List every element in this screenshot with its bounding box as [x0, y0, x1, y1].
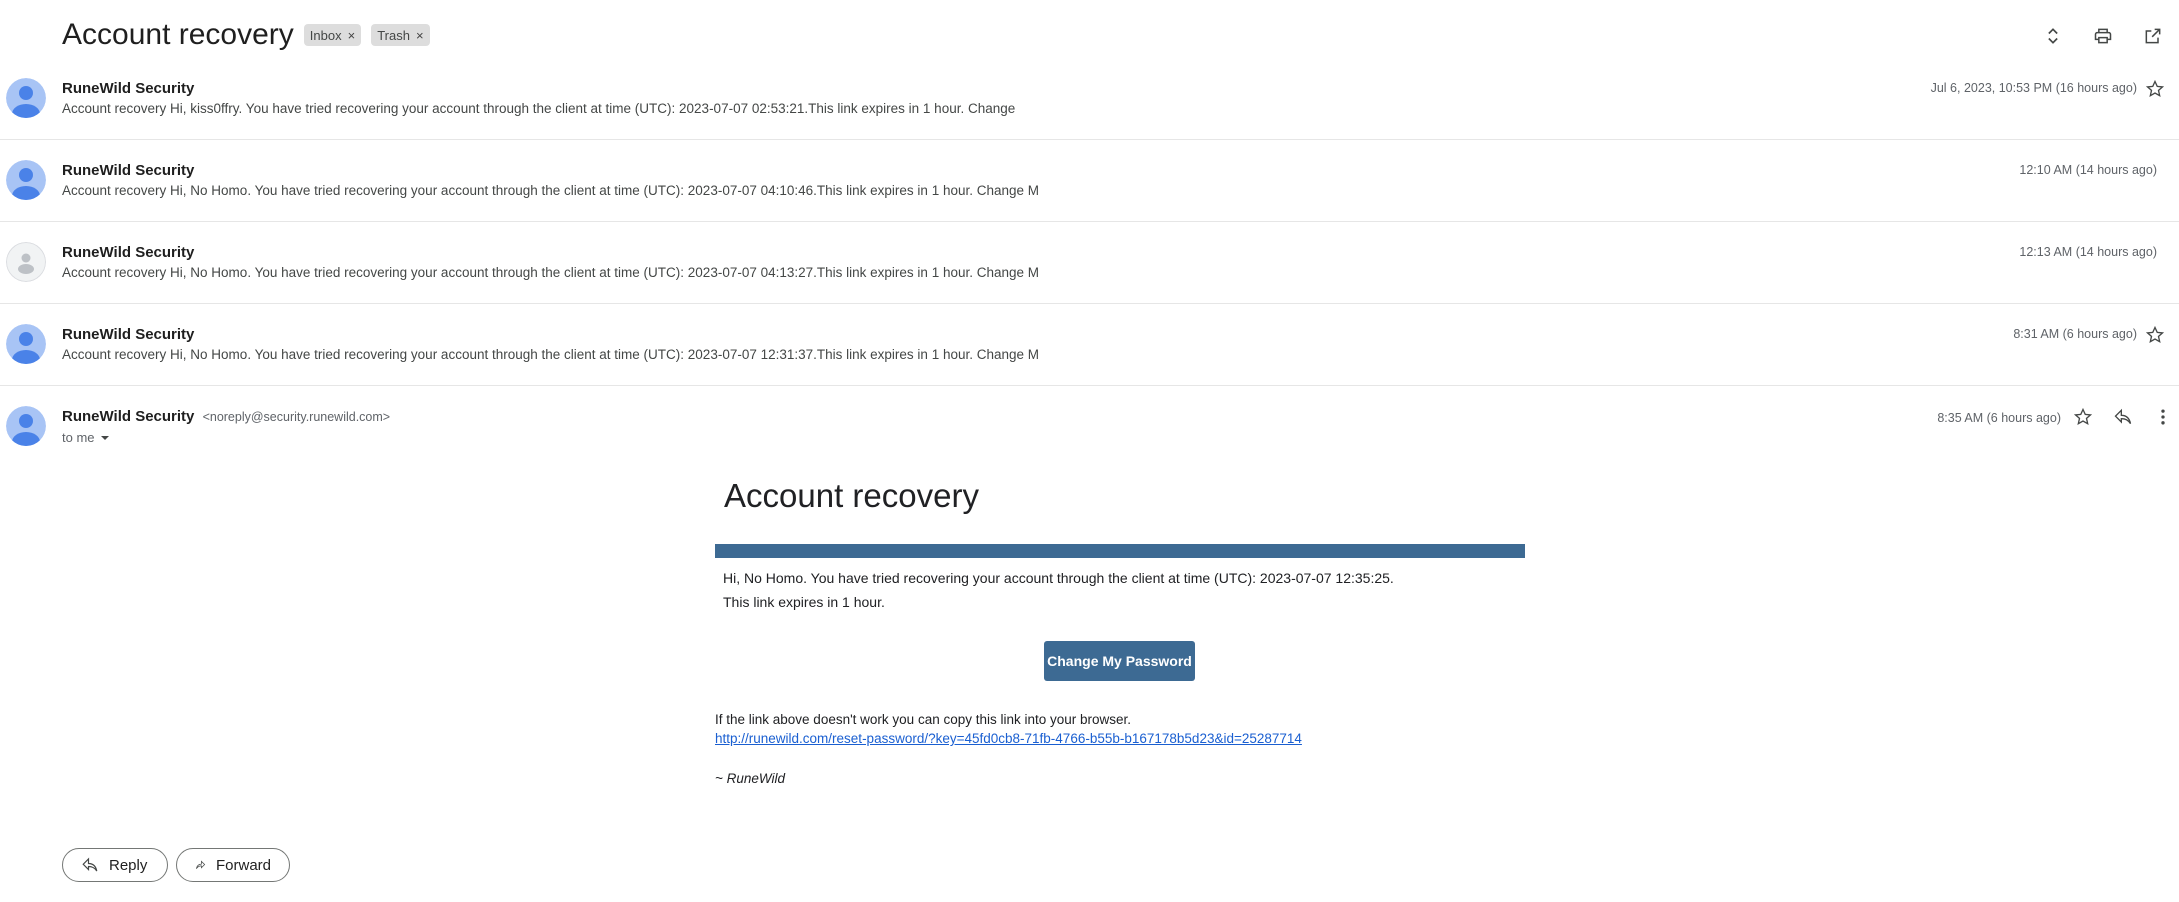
change-password-button[interactable]: Change My Password [1044, 641, 1195, 681]
message-time: 8:31 AM (6 hours ago) [2013, 327, 2137, 341]
message-snippet: Account recovery Hi, No Homo. You have t… [62, 183, 1040, 198]
remove-label-trash-icon[interactable]: × [416, 28, 424, 43]
message-time: Jul 6, 2023, 10:53 PM (16 hours ago) [1930, 81, 2137, 95]
expand-all-icon[interactable] [2041, 24, 2065, 48]
avatar [6, 160, 46, 200]
star-icon[interactable] [2145, 325, 2165, 345]
sender-name: RuneWild Security [62, 326, 195, 343]
sender-name: RuneWild Security [62, 244, 195, 261]
message-snippet: Account recovery Hi, kiss0ffry. You have… [62, 101, 1016, 116]
reply-button[interactable]: Reply [62, 848, 168, 882]
open-email-avatar [6, 406, 46, 446]
sender-name: RuneWild Security [62, 162, 195, 179]
thread-message[interactable]: RuneWild Security Account recovery Hi, N… [0, 304, 2179, 386]
thread-message[interactable]: RuneWild Security Account recovery Hi, N… [0, 140, 2179, 222]
email-body-title: Account recovery [724, 477, 979, 514]
avatar [6, 242, 46, 282]
reply-icon[interactable] [2111, 405, 2135, 429]
remove-label-inbox-icon[interactable]: × [348, 28, 356, 43]
recipient-details[interactable]: to me [62, 430, 111, 445]
forward-button-label: Forward [215, 856, 271, 874]
label-chip-inbox[interactable]: Inbox × [303, 24, 362, 46]
label-chip-trash-text: Trash [377, 27, 410, 43]
message-time: 12:10 AM (14 hours ago) [2019, 163, 2157, 177]
email-subject: Account recovery [62, 18, 294, 51]
open-email-sender: RuneWild Security <noreply@security.rune… [62, 408, 390, 425]
reset-password-link[interactable]: http://runewild.com/reset-password/?key=… [715, 731, 1302, 746]
subject-header: Account recovery Inbox × Trash × [62, 18, 430, 52]
email-body-expiry: This link expires in 1 hour. [723, 594, 885, 610]
open-email-sender-name: RuneWild Security [62, 408, 195, 425]
message-time: 12:13 AM (14 hours ago) [2019, 245, 2157, 259]
message-snippet: Account recovery Hi, No Homo. You have t… [62, 347, 1040, 362]
brand-bar [715, 544, 1525, 558]
copy-link-note: If the link above doesn't work you can c… [715, 712, 1132, 727]
chevron-down-icon [100, 435, 109, 440]
reply-button-label: Reply [109, 856, 148, 874]
star-icon[interactable] [2145, 79, 2165, 99]
label-chip-inbox-text: Inbox [309, 27, 342, 43]
print-icon[interactable] [2091, 24, 2115, 48]
divider [0, 385, 2179, 386]
thread-message[interactable]: RuneWild Security Account recovery Hi, k… [0, 58, 2179, 140]
avatar [6, 78, 46, 118]
email-body-greeting: Hi, No Homo. You have tried recovering y… [723, 570, 1394, 586]
sender-address: <noreply@security.runewild.com> [202, 410, 391, 424]
avatar [6, 324, 46, 364]
forward-icon [196, 860, 206, 869]
thread-message[interactable]: RuneWild Security Account recovery Hi, N… [0, 222, 2179, 304]
label-chip-trash[interactable]: Trash × [371, 24, 430, 46]
recipient-label: to me [62, 430, 95, 445]
header-actions [2041, 24, 2165, 48]
reply-icon [82, 857, 98, 872]
open-email-time: 8:35 AM (6 hours ago) [1937, 411, 2061, 425]
message-snippet: Account recovery Hi, No Homo. You have t… [62, 265, 1040, 280]
star-icon[interactable] [2071, 405, 2095, 429]
open-in-new-window-icon[interactable] [2141, 24, 2165, 48]
email-signature: ~ RuneWild [715, 771, 786, 786]
sender-name: RuneWild Security [62, 80, 195, 97]
forward-button[interactable]: Forward [176, 848, 290, 882]
more-options-icon[interactable] [2151, 405, 2175, 429]
